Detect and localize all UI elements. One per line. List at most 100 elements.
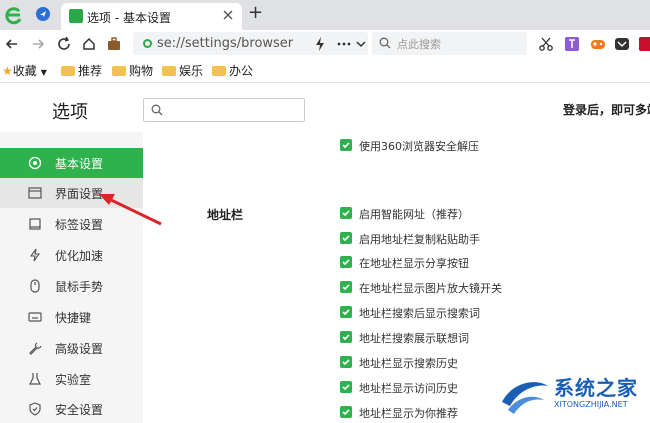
lightning-icon bbox=[29, 248, 41, 262]
sidebar-item-security[interactable]: 安全设置 bbox=[0, 394, 143, 423]
more-icon[interactable] bbox=[336, 36, 352, 52]
search-icon bbox=[379, 37, 391, 49]
close-tab-icon[interactable] bbox=[221, 8, 235, 22]
secure-icon bbox=[143, 39, 152, 48]
bookmarks-bar: ★收藏 ▼ 推荐 购物 娱乐 办公 bbox=[0, 58, 650, 83]
chevron-down-icon: ▼ bbox=[40, 68, 47, 77]
bookmark-label: 推荐 bbox=[78, 64, 103, 78]
pocket-icon[interactable] bbox=[614, 36, 630, 52]
keyboard-icon bbox=[28, 312, 42, 322]
option-label: 地址栏显示搜索历史 bbox=[359, 357, 458, 370]
bookmark-folder[interactable]: 推荐 bbox=[61, 62, 102, 79]
option-label: 启用地址栏复制粘贴助手 bbox=[359, 233, 480, 246]
checkbox-checked[interactable] bbox=[340, 232, 352, 244]
checkbox-checked[interactable] bbox=[340, 356, 352, 368]
watermark-subtitle: XITONGZHIJIA.NET bbox=[554, 400, 628, 409]
settings-header: 选项 登录后，即可多端 bbox=[0, 84, 650, 132]
sidebar-item-shortcuts[interactable]: 快捷键 bbox=[0, 302, 143, 332]
bookmark-folder[interactable]: 娱乐 bbox=[162, 62, 203, 79]
home-icon[interactable] bbox=[81, 36, 97, 52]
toolbar: se://settings/browser 点此搜索 bbox=[0, 30, 650, 58]
folder-icon bbox=[112, 66, 126, 76]
chevron-down-icon[interactable] bbox=[353, 36, 369, 52]
game-icon[interactable] bbox=[590, 36, 606, 52]
page-title: 选项 bbox=[52, 102, 88, 123]
forward-arrow-icon[interactable] bbox=[30, 36, 46, 52]
settings-search-input[interactable] bbox=[143, 98, 305, 122]
sidebar-item-advanced[interactable]: 高级设置 bbox=[0, 333, 143, 363]
tab-settings[interactable]: 选项 - 基本设置 bbox=[61, 3, 242, 30]
wrench-icon bbox=[29, 342, 42, 355]
address-url: se://settings/browser bbox=[157, 36, 294, 51]
sidebar-item-lab[interactable]: 实验室 bbox=[0, 364, 143, 394]
star-icon: ★ bbox=[2, 64, 13, 78]
option-label: 使用360浏览器安全解压 bbox=[359, 140, 479, 153]
checkbox-checked[interactable] bbox=[340, 281, 352, 293]
checkbox-checked[interactable] bbox=[340, 331, 352, 343]
section-label-address-bar: 地址栏 bbox=[207, 208, 244, 222]
bookmark-label: 购物 bbox=[129, 64, 154, 78]
option-label: 地址栏显示为你推荐 bbox=[359, 407, 458, 420]
sidebar-item-label: 鼠标手势 bbox=[55, 280, 104, 294]
reload-icon[interactable] bbox=[56, 36, 72, 52]
lab-icon bbox=[29, 373, 41, 385]
sidebar-item-label: 优化加速 bbox=[55, 249, 104, 263]
option-label: 地址栏显示访问历史 bbox=[359, 382, 458, 395]
checkbox-checked[interactable] bbox=[340, 256, 352, 268]
checkbox-checked[interactable] bbox=[340, 139, 352, 151]
search-placeholder: 点此搜索 bbox=[397, 38, 441, 51]
option-label: 地址栏搜索展示联想词 bbox=[359, 332, 469, 345]
pinned-tab-icon[interactable] bbox=[36, 7, 50, 21]
login-hint[interactable]: 登录后，即可多端 bbox=[563, 101, 650, 118]
lightning-icon[interactable] bbox=[312, 36, 328, 52]
sidebar-item-mouse-gestures[interactable]: 鼠标手势 bbox=[0, 271, 143, 301]
checkbox-checked[interactable] bbox=[340, 207, 352, 219]
option-label: 在地址栏显示分享按钮 bbox=[359, 257, 469, 270]
new-tab-button[interactable]: + bbox=[248, 4, 264, 22]
watermark: 系统之家 XITONGZHIJIA.NET bbox=[496, 370, 648, 422]
bookmark-label: 娱乐 bbox=[179, 64, 204, 78]
sidebar-item-basic[interactable]: 基本设置 bbox=[0, 148, 143, 178]
address-bar[interactable]: se://settings/browser bbox=[133, 32, 368, 55]
window-icon bbox=[28, 187, 42, 199]
briefcase-icon[interactable] bbox=[106, 36, 122, 52]
bookmark-folder[interactable]: 购物 bbox=[112, 62, 153, 79]
bookmark-label: 办公 bbox=[229, 64, 254, 78]
sidebar-item-label: 高级设置 bbox=[55, 342, 104, 356]
search-box[interactable]: 点此搜索 bbox=[372, 32, 527, 55]
tab-title: 选项 - 基本设置 bbox=[87, 11, 171, 25]
search-icon bbox=[151, 104, 163, 116]
watermark-title: 系统之家 bbox=[554, 376, 638, 400]
folder-icon bbox=[162, 66, 176, 76]
option-label: 在地址栏显示图片放大镜开关 bbox=[359, 282, 502, 295]
tab-icon bbox=[29, 218, 41, 230]
checkbox-checked[interactable] bbox=[340, 306, 352, 318]
shield-badge-icon[interactable] bbox=[638, 36, 650, 52]
bookmark-label: 收藏 bbox=[12, 64, 37, 78]
folder-icon bbox=[61, 66, 75, 76]
option-label: 地址栏搜索后显示搜索词 bbox=[359, 307, 480, 320]
sidebar-item-label: 实验室 bbox=[55, 373, 92, 387]
checkbox-checked[interactable] bbox=[340, 406, 352, 418]
back-arrow-icon[interactable] bbox=[4, 36, 20, 52]
sidebar-item-label: 基本设置 bbox=[55, 157, 104, 171]
settings-favicon-icon bbox=[69, 9, 83, 23]
scissors-icon[interactable] bbox=[538, 36, 554, 52]
settings-sidebar: 基本设置 界面设置 标签设置 优化加速 鼠标手势 快捷键 高级设置 实验室 安全… bbox=[0, 132, 143, 423]
option-label: 启用智能网址（推荐） bbox=[359, 208, 469, 221]
shield-icon bbox=[29, 402, 41, 416]
mouse-icon bbox=[30, 279, 40, 293]
target-icon bbox=[28, 156, 42, 170]
bookmark-favorites[interactable]: ★收藏 ▼ bbox=[2, 62, 47, 79]
tab-strip: 选项 - 基本设置 + bbox=[0, 0, 650, 30]
translate-icon[interactable] bbox=[564, 36, 580, 52]
bookmark-folder[interactable]: 办公 bbox=[212, 62, 253, 79]
sidebar-item-label: 安全设置 bbox=[55, 403, 104, 417]
annotation-arrow-icon bbox=[99, 194, 162, 226]
browser-logo-icon[interactable] bbox=[2, 3, 24, 27]
checkbox-checked[interactable] bbox=[340, 381, 352, 393]
sidebar-item-label: 快捷键 bbox=[55, 311, 92, 325]
watermark-logo-icon bbox=[502, 382, 548, 414]
sidebar-item-optimize[interactable]: 优化加速 bbox=[0, 240, 143, 270]
folder-icon bbox=[212, 66, 226, 76]
